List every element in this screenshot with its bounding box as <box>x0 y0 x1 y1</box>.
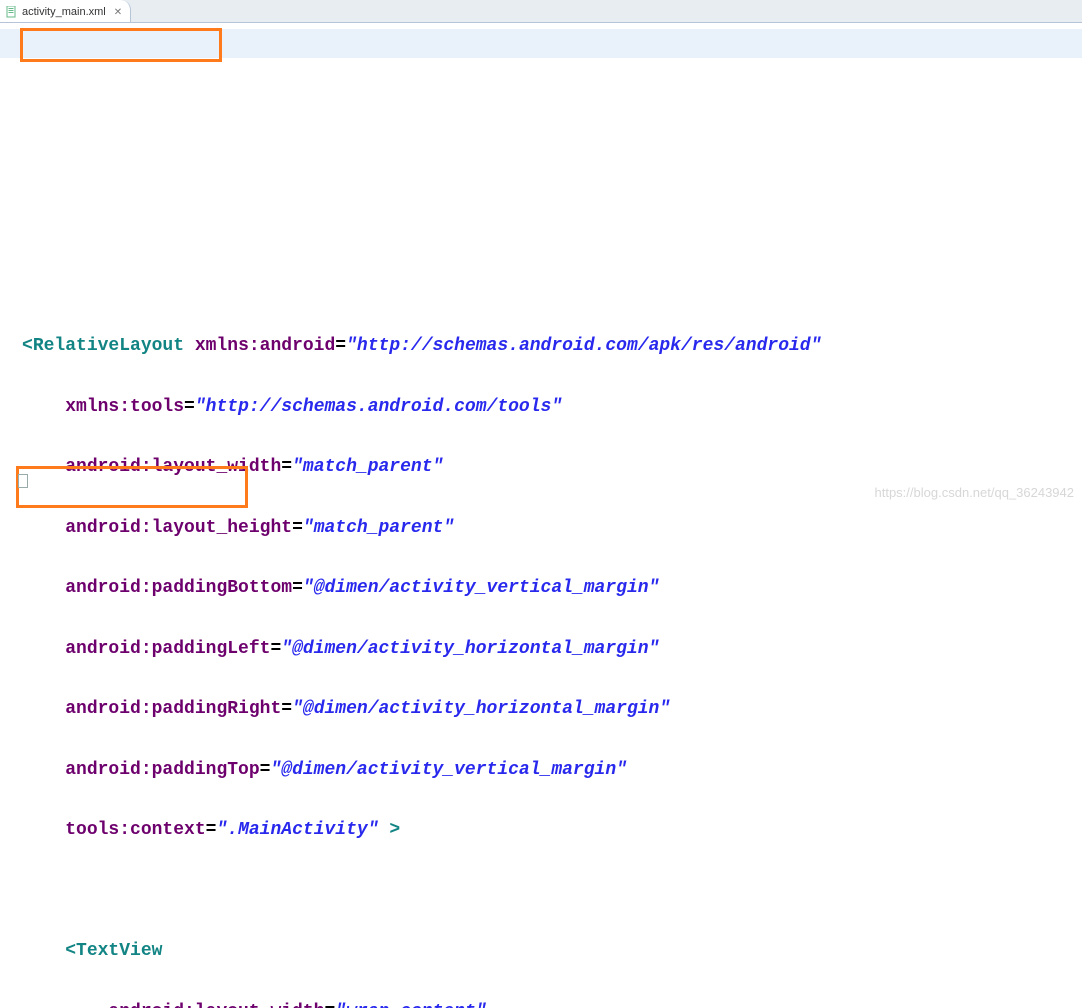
tab-label: activity_main.xml <box>22 6 106 18</box>
code-block: <RelativeLayout xmlns:android="http://sc… <box>22 301 1072 1008</box>
close-icon[interactable]: ✕ <box>110 7 122 18</box>
tab-bar: activity_main.xml ✕ <box>0 0 1082 23</box>
editor-tab-activity-main[interactable]: activity_main.xml ✕ <box>0 0 131 22</box>
fold-marker <box>18 474 28 488</box>
code-editor[interactable]: <RelativeLayout xmlns:android="http://sc… <box>0 23 1082 1008</box>
file-icon <box>6 6 18 18</box>
